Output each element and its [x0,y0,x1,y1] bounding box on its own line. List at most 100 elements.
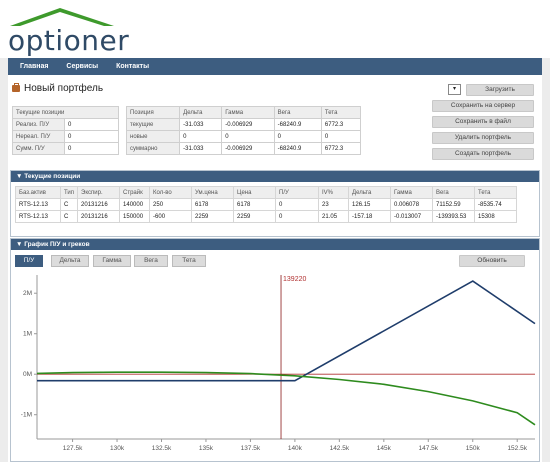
price-marker-label: 139220 [283,276,306,283]
table-row[interactable]: RTS-12.13 C 20131216 150000 -600 2259 22… [15,210,518,223]
position-cell: C [59,198,79,211]
y-tick-label: 0M [23,371,32,378]
x-tick-label: 130k [110,445,125,452]
position-cell: 23 [318,198,350,211]
pnl-label: Нереал. П/У [12,130,65,143]
positions-col-header: Дельта [348,186,392,199]
position-cell: -157.18 [348,210,392,223]
position-cell: 150000 [119,210,151,223]
x-tick-label: 127.5k [63,445,83,452]
pnl-header: Текущие позиции [12,106,119,119]
portfolio-title-text: Новый портфель [24,83,104,94]
positions-col-header: Тип [59,186,79,199]
greeks-cell: -31.033 [179,142,223,155]
delete-portfolio-button[interactable]: Удалить портфель [432,132,534,144]
position-cell: 0 [275,198,320,211]
greeks-cell: 0 [179,130,223,143]
tab-vega[interactable]: Вега [134,255,168,267]
position-cell: 2259 [191,210,235,223]
tab-pnl[interactable]: П/У [15,255,43,267]
positions-col-header: Кол-во [149,186,193,199]
y-tick-label: 2M [23,290,32,297]
briefcase-icon [12,83,20,92]
pnl-value: 0 [64,118,119,131]
x-tick-label: 142.5k [330,445,350,452]
position-cell: 6178 [233,198,277,211]
position-cell: 250 [149,198,193,211]
y-tick-label: 1M [23,331,32,338]
x-tick-label: 135k [199,445,214,452]
chart-panel: ▼ График П/У и греков П/У Дельта Гамма В… [10,238,540,462]
main-content: Новый портфель Текущие позиции Реализ. П… [8,75,542,462]
nav-home[interactable]: Главная [12,58,56,75]
greeks-col-header: Тета [320,106,362,119]
greeks-cell: 6772.3 [320,142,362,155]
greeks-cell: -68240.9 [273,118,322,131]
greeks-col-header: Дельта [179,106,223,119]
pnl-table: Текущие позиции Реализ. П/У 0 Нереал. П/У… [12,106,119,155]
save-server-button[interactable]: Сохранить на сервер [432,100,534,112]
greeks-cell: 6772.3 [320,118,362,131]
x-tick-label: 145k [377,445,392,452]
position-cell: 0.006078 [390,198,434,211]
greeks-cell: -31.033 [179,118,223,131]
portfolio-select[interactable]: ▾ [448,84,461,95]
positions-col-header: Вега [432,186,476,199]
refresh-chart-button[interactable]: Обновить [459,255,525,267]
logo[interactable]: optioner [8,24,129,57]
greeks-cell: 0 [320,130,362,143]
pnl-label: Реализ. П/У [12,118,65,131]
y-tick-label: -1M [21,412,32,419]
position-cell: 6178 [191,198,235,211]
greeks-cell: -0.006929 [221,118,275,131]
main-nav: Главная Сервисы Контакты [8,58,542,75]
position-cell: RTS-12.13 [15,210,61,223]
position-cell: 15308 [474,210,518,223]
position-cell: C [59,210,79,223]
save-file-button[interactable]: Сохранить в файл [432,116,534,128]
pnl-chart: 2M 1M 0M -1M 127.5k 130k 132.5k 135k 137.5k 140k 1… [21,275,536,452]
position-cell: 71152.59 [432,198,476,211]
position-cell: RTS-12.13 [15,198,61,211]
position-cell: -8535.74 [474,198,518,211]
positions-col-header: IV% [318,186,350,199]
greeks-row-label: текущие [125,118,181,131]
greeks-col-header: Вега [273,106,322,119]
position-cell: 21.05 [318,210,350,223]
position-cell: 20131216 [77,210,121,223]
create-portfolio-button[interactable]: Создать портфель [432,148,534,160]
header-logo-area: optioner [0,0,550,58]
tab-gamma[interactable]: Гамма [93,255,131,267]
positions-col-header: П/У [275,186,320,199]
positions-col-header: Цена [233,186,277,199]
positions-col-header: Баз.актив [15,186,61,199]
position-cell: -600 [149,210,193,223]
greeks-col-header: Позиция [125,106,181,119]
positions-panel-title[interactable]: ▼ Текущие позиции [11,171,539,182]
tab-theta[interactable]: Тета [172,255,206,267]
position-cell: 0 [275,210,320,223]
position-cell: 126.15 [348,198,392,211]
pnl-value: 0 [64,142,119,155]
greeks-cell: 0 [221,130,275,143]
nav-services[interactable]: Сервисы [58,58,106,75]
positions-col-header: Экспир. [77,186,121,199]
load-button[interactable]: Загрузить [466,84,534,96]
greeks-cell: -0.006929 [221,142,275,155]
position-cell: 2259 [233,210,277,223]
table-row[interactable]: RTS-12.13 C 20131216 140000 250 6178 617… [15,198,518,211]
positions-col-header: Страйк [119,186,151,199]
positions-table: Баз.актив Тип Экспир. Страйк Кол-во Ум.ц… [15,186,518,223]
chart-panel-title[interactable]: ▼ График П/У и греков [11,239,539,250]
greeks-cell: 0 [273,130,322,143]
nav-contacts[interactable]: Контакты [108,58,157,75]
greeks-cell: -68240.9 [273,142,322,155]
greeks-row-label: новые [125,130,181,143]
positions-col-header: Тета [474,186,518,199]
x-tick-label: 152.5k [507,445,527,452]
position-cell: -0.013007 [390,210,434,223]
position-cell: -139393.53 [432,210,476,223]
series-line-1 [37,280,536,382]
positions-col-header: Ум.цена [191,186,235,199]
tab-delta[interactable]: Дельта [51,255,89,267]
